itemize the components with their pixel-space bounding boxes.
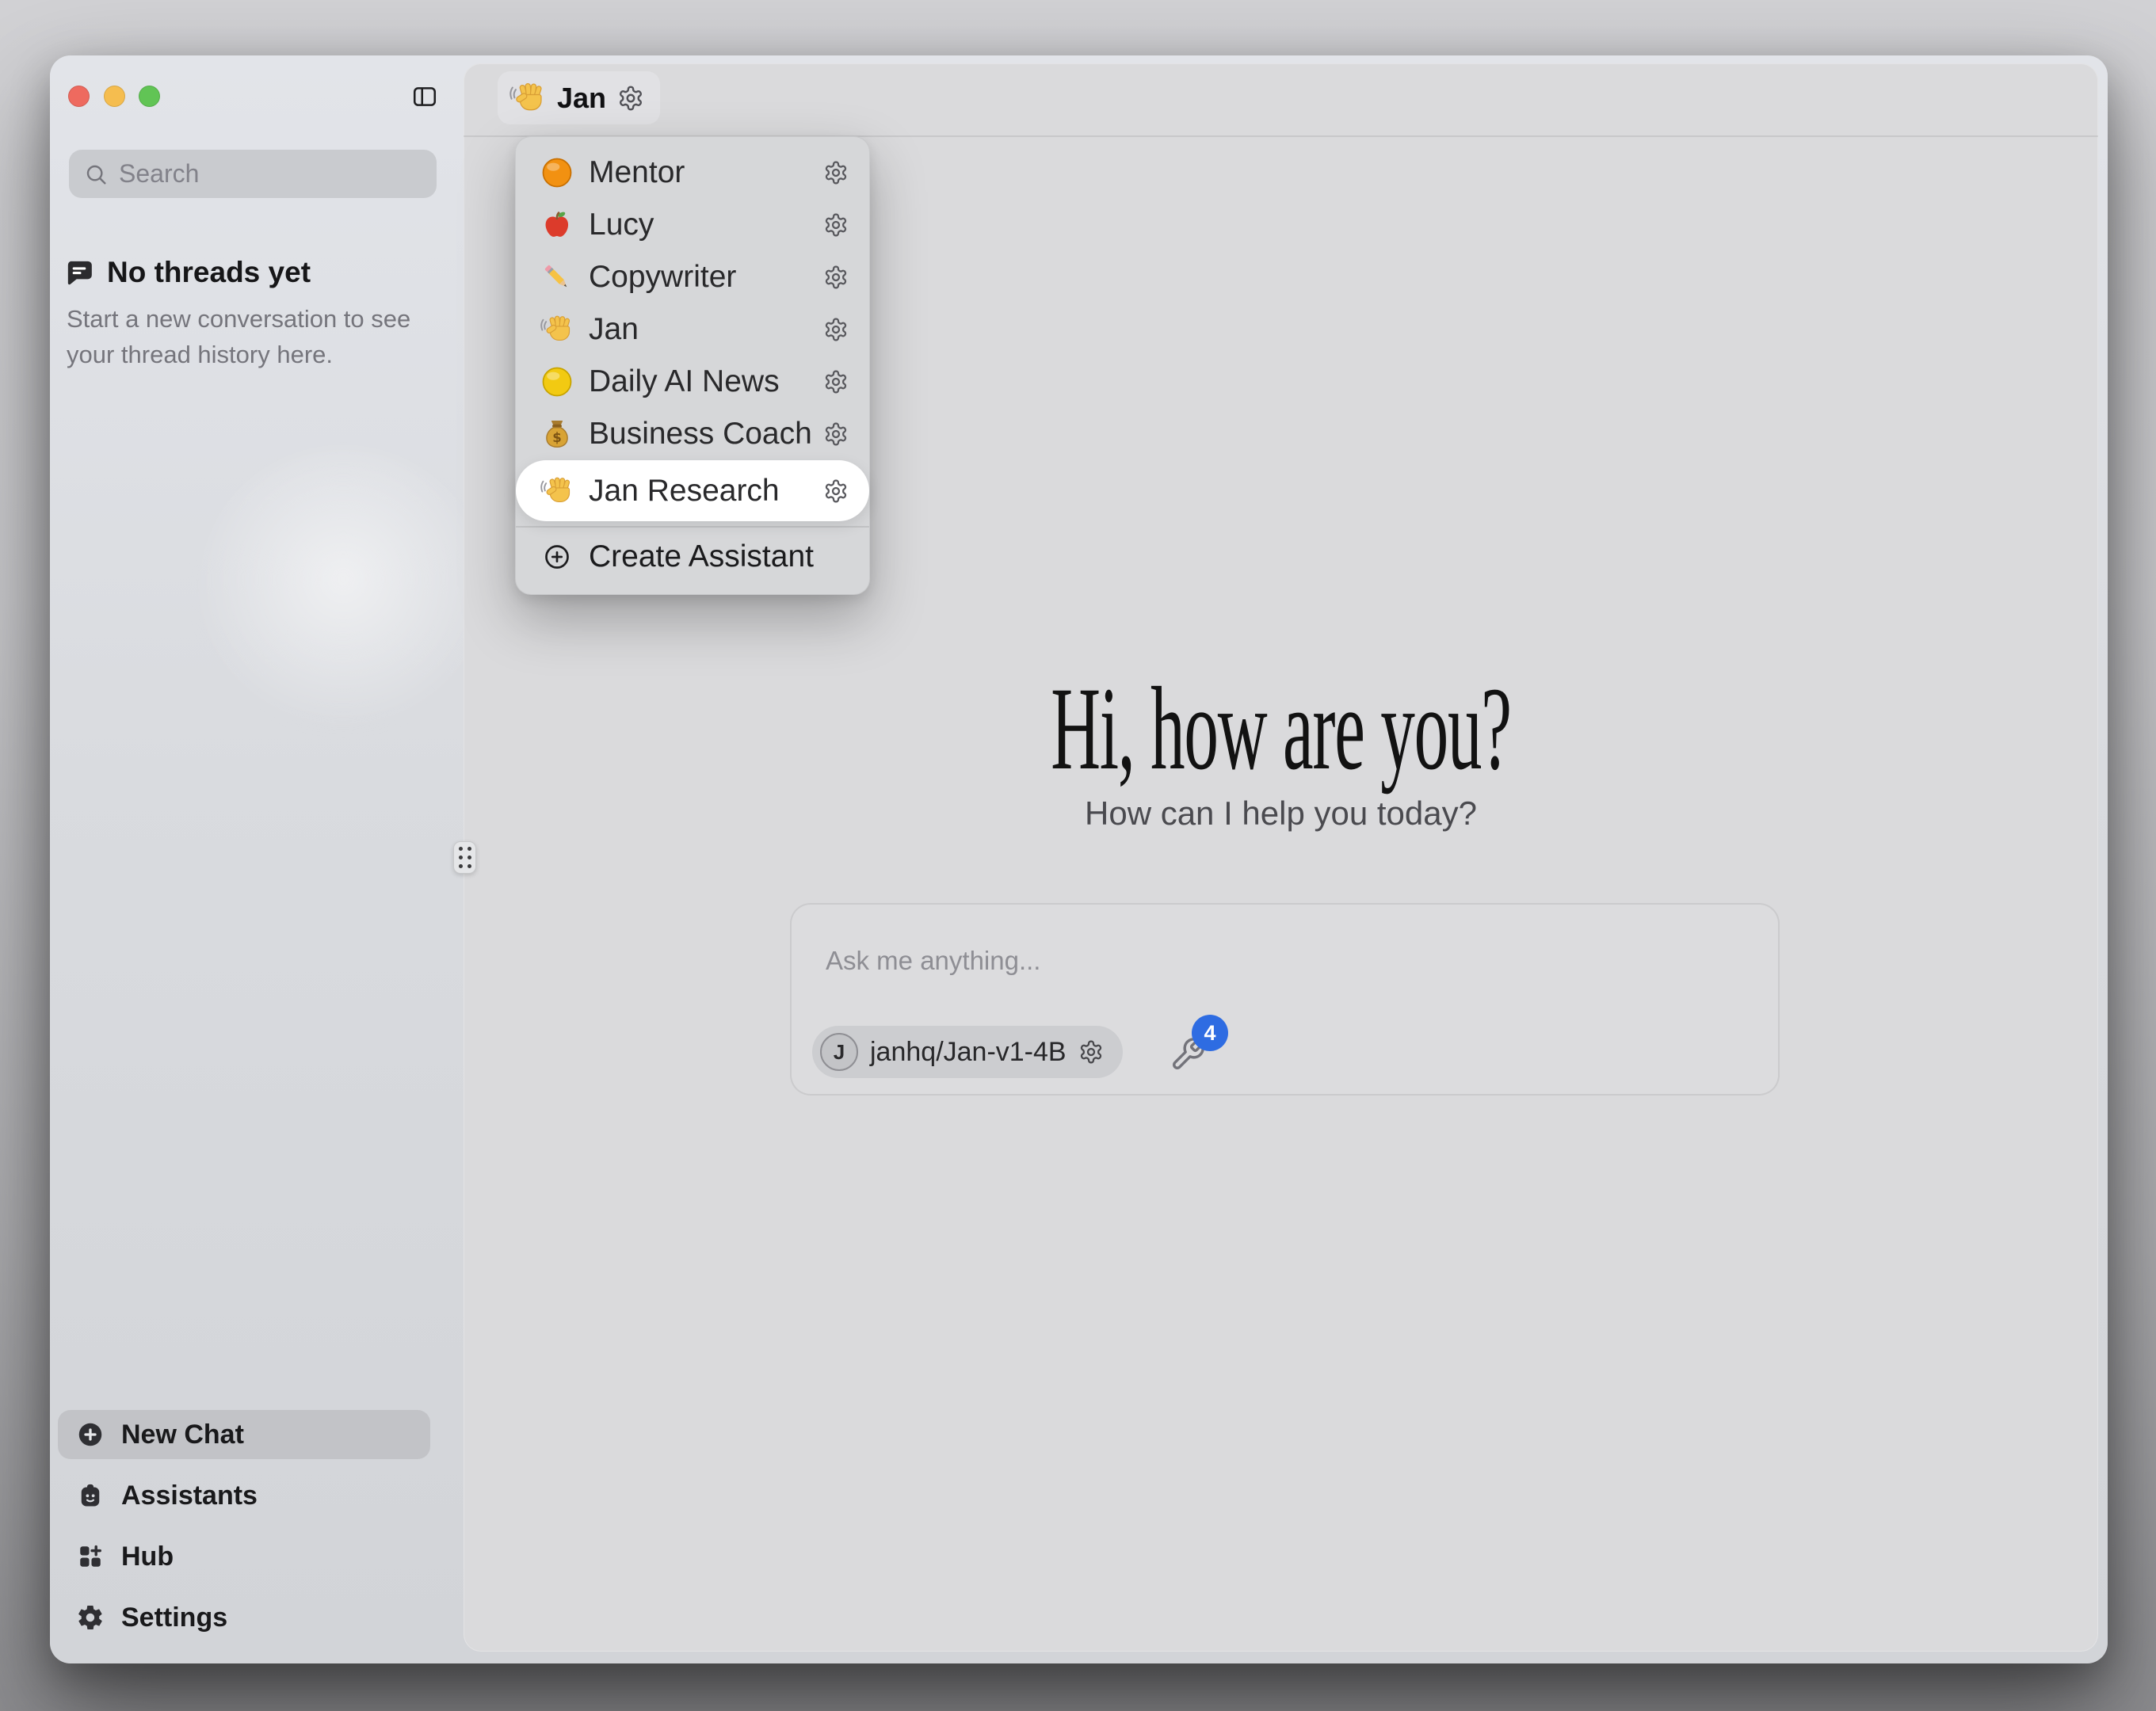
gear-icon[interactable] [823,212,849,238]
menu-item-mentor[interactable]: Mentor [516,147,869,199]
empty-state-title: No threads yet [107,256,311,289]
menu-item-jan-research[interactable]: Jan Research [516,460,869,521]
apple-emoji [540,208,574,242]
greeting: Hi, how are you? How can I help you toda… [464,669,2098,833]
sidebar-item-new-chat[interactable]: New Chat [58,1410,430,1459]
sidebar-blur-decoration [197,448,490,741]
assistant-selector-label: Jan [557,82,606,115]
menu-item-label: Copywriter [589,260,736,295]
wave-emoji [540,474,574,508]
model-selector-button[interactable]: J janhq/Jan-v1-4B [812,1026,1123,1078]
menu-item-lucy[interactable]: Lucy [516,199,869,251]
gear-icon[interactable] [823,317,849,342]
wave-emoji [509,80,546,116]
assistants-icon [76,1481,105,1510]
menu-item-jan[interactable]: Jan [516,303,869,356]
gear-icon[interactable] [617,85,644,112]
nav-label: Hub [121,1541,174,1572]
assistant-menu: Mentor Lucy Copywriter Jan [515,136,870,595]
model-name: janhq/Jan-v1-4B [870,1037,1067,1068]
yellow-circle-emoji [540,365,574,398]
settings-icon [76,1603,105,1632]
menu-item-label: Business Coach [589,417,812,452]
sidebar-item-settings[interactable]: Settings [58,1593,430,1642]
sidebar-item-hub[interactable]: Hub [58,1532,430,1581]
gear-icon[interactable] [823,160,849,185]
menu-item-business-coach[interactable]: $ Business Coach [516,408,869,460]
sidebar-toggle-icon [410,83,439,110]
sidebar-item-assistants[interactable]: Assistants [58,1471,430,1520]
composer-placeholder: Ask me anything... [826,946,1040,976]
menu-item-label: Daily AI News [589,364,780,399]
assistant-selector-button[interactable]: Jan [498,71,660,124]
desktop-background: Search No threads yet Start a new conver… [0,0,2156,1711]
menu-item-label: Mentor [589,155,685,190]
menu-item-create-assistant[interactable]: Create Assistant [516,531,869,583]
plus-circle-icon [76,1420,105,1449]
model-avatar: J [820,1033,858,1071]
main-panel: Jan Mentor Lucy Copywriter [464,63,2098,1652]
nav-label: Assistants [121,1480,258,1511]
menu-item-label: Jan Research [589,474,780,509]
sidebar-toggle-button[interactable] [409,82,441,112]
orange-circle-emoji [540,156,574,189]
composer-card[interactable]: Ask me anything... J janhq/Jan-v1-4B 4 [790,903,1780,1096]
main-header: Jan [464,63,2098,137]
greeting-title: Hi, how are you? [1051,669,1511,788]
pencil-emoji [540,261,574,294]
search-placeholder: Search [119,159,199,189]
close-button[interactable] [68,86,90,107]
gear-icon[interactable] [823,478,849,504]
greeting-subtitle: How can I help you today? [1085,795,1477,833]
chat-bubble-icon [63,257,95,288]
panel-resize-handle[interactable] [453,841,476,874]
menu-item-label: Jan [589,312,639,347]
minimize-button[interactable] [104,86,125,107]
app-window: Search No threads yet Start a new conver… [50,55,2108,1663]
svg-text:$: $ [552,430,562,445]
money-bag-emoji: $ [540,417,574,451]
zoom-button[interactable] [139,86,160,107]
gear-icon[interactable] [823,369,849,394]
menu-item-label: Lucy [589,208,654,242]
nav-label: Settings [121,1602,227,1633]
empty-state-description: Start a new conversation to see your thr… [67,301,439,372]
plus-circle-outline-icon [543,543,571,571]
gear-icon[interactable] [1078,1039,1104,1065]
tools-count-badge: 4 [1192,1015,1228,1051]
wave-emoji [540,313,574,346]
nav-label: New Chat [121,1419,244,1450]
empty-state-header: No threads yet [63,256,311,289]
search-icon [83,162,109,187]
hub-icon [76,1542,105,1571]
menu-item-label: Create Assistant [589,539,814,574]
search-input[interactable]: Search [69,150,437,198]
gear-icon[interactable] [823,421,849,447]
menu-divider [516,526,869,528]
gear-icon[interactable] [823,265,849,290]
sidebar-nav: New Chat Assistants Hub Settings [58,1410,430,1642]
menu-item-daily-ai-news[interactable]: Daily AI News [516,356,869,408]
menu-item-copywriter[interactable]: Copywriter [516,251,869,303]
